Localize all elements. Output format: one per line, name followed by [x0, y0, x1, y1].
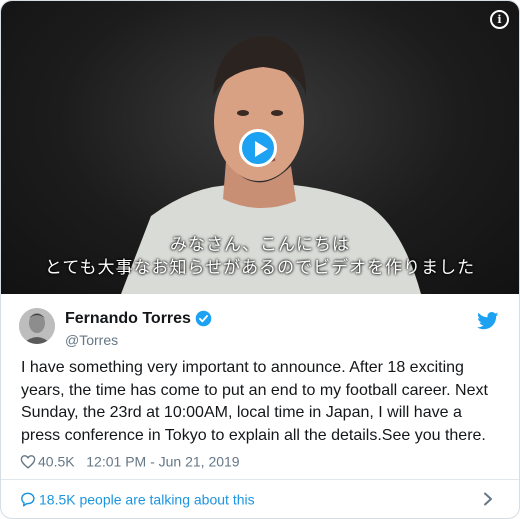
- divider: [1, 479, 519, 480]
- tweet-text: I have something very important to annou…: [21, 359, 488, 444]
- play-icon[interactable]: [239, 129, 277, 167]
- avatar-image: [19, 308, 55, 344]
- heart-icon[interactable]: [20, 454, 36, 469]
- avatar[interactable]: [19, 308, 55, 344]
- tweet-timestamp[interactable]: 12:01 PM - Jun 21, 2019: [86, 453, 239, 469]
- tweet-meta: 40.5K 12:01 PM - Jun 21, 2019: [20, 452, 240, 469]
- video-player[interactable]: みなさん、こんにちは とても大事なお知らせがあるのでビデオを作りました i: [1, 1, 519, 294]
- video-subtitle-line-1: みなさん、こんにちは: [170, 235, 350, 255]
- chevron-right-icon[interactable]: [483, 492, 493, 506]
- verified-badge-icon: [195, 310, 212, 327]
- author-handle[interactable]: @Torres: [65, 332, 118, 348]
- author-name[interactable]: Fernando Torres: [65, 310, 191, 328]
- tweet-card: みなさん、こんにちは とても大事なお知らせがあるのでビデオを作りました i Fe…: [0, 0, 520, 519]
- info-icon[interactable]: i: [490, 10, 509, 29]
- like-count[interactable]: 40.5K: [38, 453, 75, 469]
- talking-about-link[interactable]: 18.5K people are talking about this: [19, 490, 255, 507]
- reply-bubble-icon: [21, 492, 35, 507]
- video-subtitle-line-2: とても大事なお知らせがあるのでビデオを作りました: [44, 258, 476, 278]
- twitter-logo-icon[interactable]: [477, 312, 499, 330]
- talking-about-label[interactable]: 18.5K people are talking about this: [39, 491, 255, 507]
